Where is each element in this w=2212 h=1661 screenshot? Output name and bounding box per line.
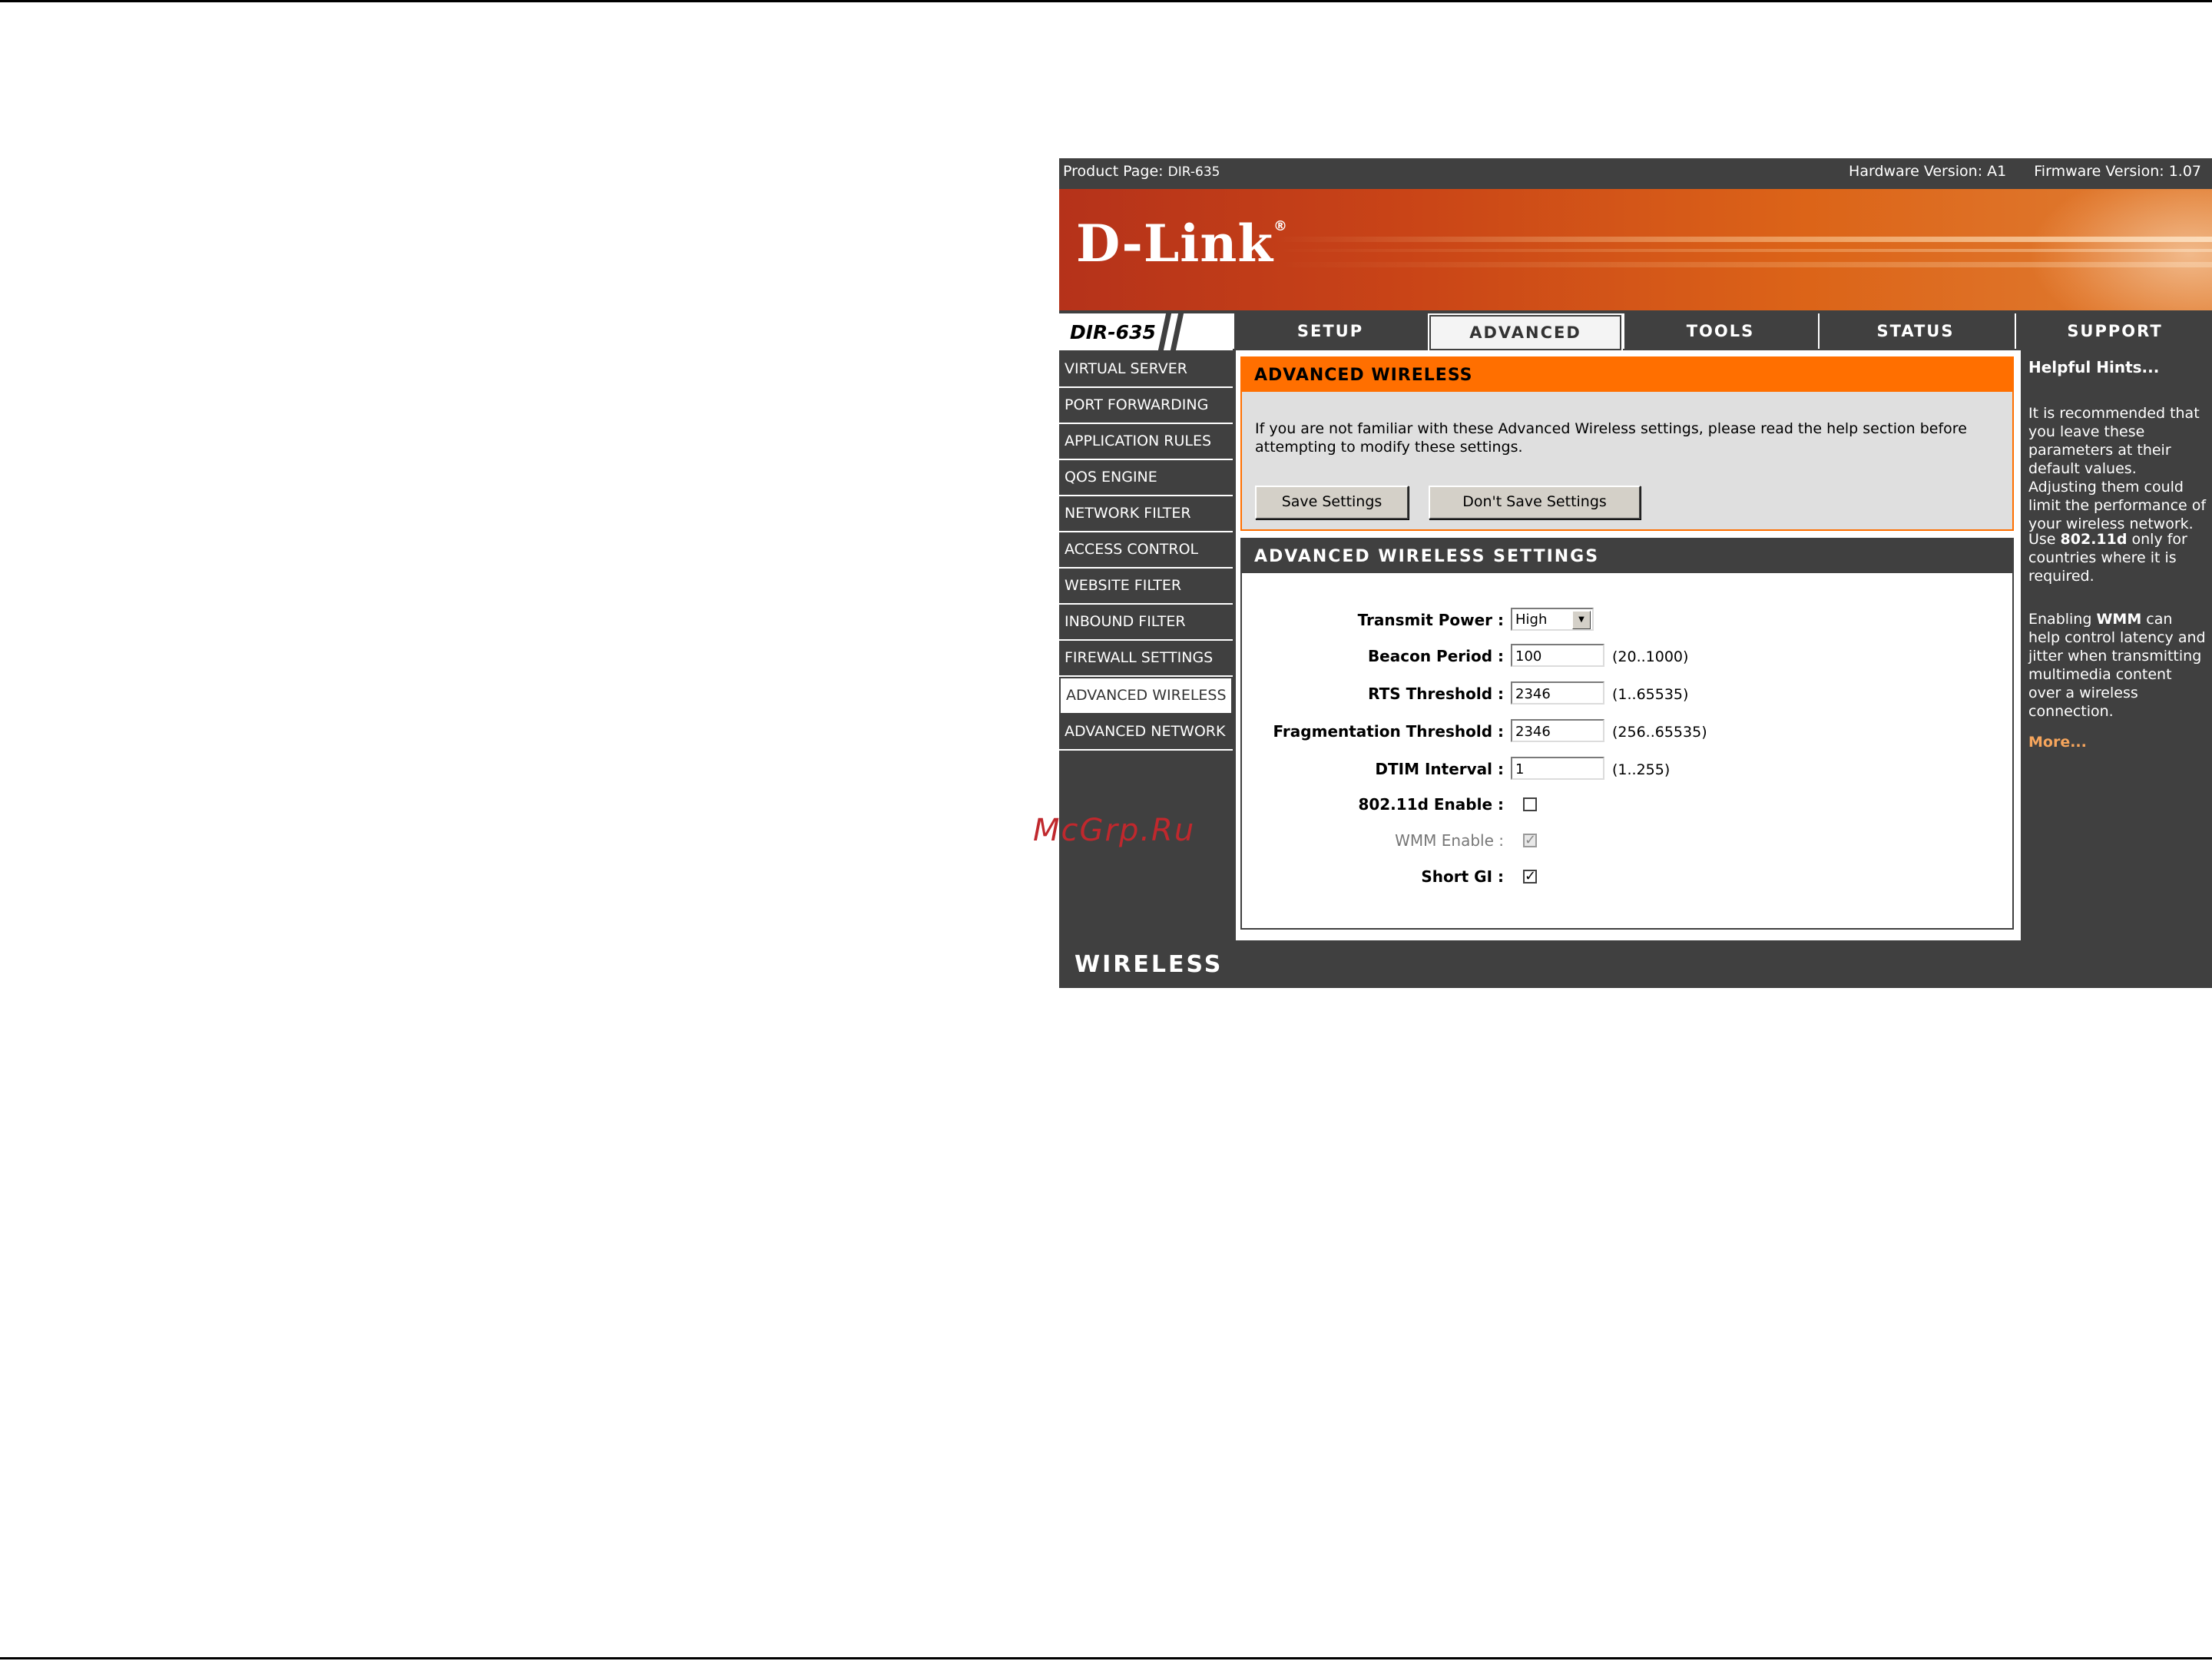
hints-paragraph-80211d: Use 802.11d only for countries where it …	[2028, 531, 2187, 585]
sidebar-item-virtual-server[interactable]: VIRTUAL SERVER	[1059, 352, 1233, 388]
product-page-info: Product Page: DIR-635	[1063, 158, 1220, 185]
banner-swoosh	[2028, 189, 2212, 310]
beacon-period-input[interactable]: 100	[1511, 644, 1604, 667]
short-gi-checkbox[interactable]: ✓	[1523, 870, 1537, 884]
sidebar-item-advanced-network[interactable]: ADVANCED NETWORK	[1059, 714, 1233, 751]
fragmentation-threshold-range: (256..65535)	[1612, 724, 1707, 741]
top-info-bar: Product Page: DIR-635 Hardware Version: …	[1059, 158, 2212, 184]
rts-threshold-range: (1..65535)	[1612, 686, 1689, 703]
tab-setup[interactable]: SETUP	[1233, 313, 1426, 349]
rts-threshold-row: RTS Threshold : 2346 (1..65535)	[1242, 681, 2012, 707]
rts-threshold-input[interactable]: 2346	[1511, 681, 1604, 705]
tab-status[interactable]: STATUS	[1818, 313, 2012, 349]
dtim-interval-input[interactable]: 1	[1511, 757, 1604, 780]
main-content: ADVANCED WIRELESS If you are not familia…	[1236, 350, 2021, 940]
advanced-wireless-settings-box: ADVANCED WIRELESS SETTINGS Transmit Powe…	[1240, 538, 2014, 930]
hints-more-link[interactable]: More...	[2028, 733, 2208, 751]
top-border-line	[0, 0, 2212, 2]
dot11d-enable-row: 802.11d Enable :	[1242, 791, 2012, 817]
product-page-label: Product Page:	[1063, 163, 1164, 180]
dot11d-enable-label: 802.11d Enable :	[1358, 795, 1504, 814]
sidebar-item-website-filter[interactable]: WEBSITE FILTER	[1059, 569, 1233, 605]
tab-advanced[interactable]: ADVANCED	[1428, 313, 1623, 352]
sidebar-item-application-rules[interactable]: APPLICATION RULES	[1059, 424, 1233, 460]
tab-tools[interactable]: TOOLS	[1623, 313, 1816, 349]
sidebar: VIRTUAL SERVER PORT FORWARDING APPLICATI…	[1059, 352, 1233, 751]
beacon-period-range: (20..1000)	[1612, 648, 1689, 665]
sidebar-item-advanced-wireless[interactable]: ADVANCED WIRELESS	[1059, 677, 1233, 714]
transmit-power-label: Transmit Power :	[1357, 611, 1504, 629]
hints-paragraph-wmm: Enabling WMM can help control latency an…	[2028, 611, 2206, 720]
hints-title: Helpful Hints...	[2028, 358, 2160, 376]
model-slash-icon	[1157, 313, 1172, 350]
dont-save-settings-button[interactable]: Don't Save Settings	[1429, 486, 1641, 519]
tab-support[interactable]: SUPPORT	[2015, 313, 2212, 349]
dot11d-enable-checkbox[interactable]	[1523, 797, 1537, 811]
sidebar-item-inbound-filter[interactable]: INBOUND FILTER	[1059, 605, 1233, 641]
model-slash-icon	[1170, 313, 1184, 350]
fragmentation-threshold-label: Fragmentation Threshold :	[1273, 722, 1504, 741]
sidebar-item-access-control[interactable]: ACCESS CONTROL	[1059, 532, 1233, 569]
model-name: DIR-635	[1070, 321, 1156, 343]
transmit-power-row: Transmit Power : High ▼	[1242, 607, 2012, 633]
short-gi-label: Short GI :	[1421, 867, 1504, 886]
short-gi-row: Short GI : ✓	[1242, 864, 2012, 890]
wmm-enable-row: WMM Enable : ✓	[1242, 827, 2012, 854]
transmit-power-select[interactable]: High ▼	[1511, 608, 1594, 631]
settings-title: ADVANCED WIRELESS SETTINGS	[1242, 539, 2012, 573]
dlink-logo: D-Link®	[1076, 214, 1289, 274]
router-admin-window: Product Page: DIR-635 Hardware Version: …	[1059, 158, 2212, 988]
intro-text: If you are not familiar with these Advan…	[1255, 420, 1967, 456]
dtim-interval-range: (1..255)	[1612, 761, 1671, 778]
fragmentation-threshold-input[interactable]: 2346	[1511, 719, 1604, 742]
advanced-wireless-intro-box: ADVANCED WIRELESS If you are not familia…	[1240, 356, 2014, 531]
dtim-interval-row: DTIM Interval : 1 (1..255)	[1242, 756, 2012, 782]
version-info: Hardware Version: A1 Firmware Version: 1…	[1826, 158, 2201, 184]
helpful-hints-panel: Helpful Hints... It is recommended that …	[2024, 350, 2212, 940]
sidebar-item-network-filter[interactable]: NETWORK FILTER	[1059, 496, 1233, 532]
transmit-power-value: High	[1515, 612, 1548, 628]
footer-bar: WIRELESS	[1059, 940, 2212, 988]
sidebar-item-firewall-settings[interactable]: FIREWALL SETTINGS	[1059, 641, 1233, 677]
fragmentation-threshold-row: Fragmentation Threshold : 2346 (256..655…	[1242, 718, 2012, 744]
hints-paragraph-defaults: It is recommended that you leave these p…	[2028, 405, 2207, 532]
bottom-border-line	[0, 1657, 2212, 1659]
product-page-link[interactable]: DIR-635	[1168, 164, 1220, 180]
firmware-version: Firmware Version: 1.07	[2034, 163, 2201, 180]
footer-wireless-label: WIRELESS	[1075, 951, 1224, 978]
sidebar-item-qos-engine[interactable]: QOS ENGINE	[1059, 460, 1233, 496]
save-settings-button[interactable]: Save Settings	[1255, 486, 1409, 519]
sidebar-item-port-forwarding[interactable]: PORT FORWARDING	[1059, 388, 1233, 424]
rts-threshold-label: RTS Threshold :	[1368, 685, 1504, 703]
model-badge: DIR-635	[1059, 313, 1233, 350]
wmm-enable-checkbox: ✓	[1523, 832, 1537, 848]
intro-title: ADVANCED WIRELESS	[1242, 358, 2012, 392]
beacon-period-label: Beacon Period :	[1367, 647, 1504, 665]
header-banner: D-Link®	[1059, 189, 2212, 310]
hardware-version: Hardware Version: A1	[1849, 163, 2007, 180]
watermark-text: McGrp.Ru	[1033, 813, 1196, 848]
chevron-down-icon[interactable]: ▼	[1572, 611, 1591, 629]
dtim-interval-label: DTIM Interval :	[1375, 760, 1504, 778]
wmm-enable-label: WMM Enable :	[1395, 831, 1504, 850]
beacon-period-row: Beacon Period : 100 (20..1000)	[1242, 643, 2012, 669]
